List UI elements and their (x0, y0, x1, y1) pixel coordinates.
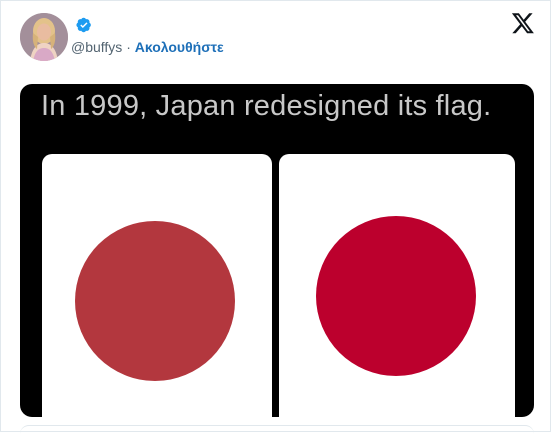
flag-divider (273, 154, 278, 417)
handle-line: @buffys · Ακολουθήστε (71, 39, 224, 57)
tweet-media-image[interactable]: In 1999, Japan redesigned its flag. (20, 84, 534, 417)
right-flag (279, 154, 515, 417)
next-section-edge (20, 425, 534, 434)
avatar[interactable] (20, 13, 68, 61)
tweet-header: @buffys · Ακολουθήστε (1, 1, 550, 81)
x-logo-icon[interactable] (511, 11, 535, 35)
media-caption: In 1999, Japan redesigned its flag. (41, 90, 492, 122)
left-flag-disc (75, 221, 235, 381)
left-flag (42, 154, 272, 417)
separator-dot: · (122, 39, 135, 55)
tweet-card: @buffys · Ακολουθήστε In 1999, Japan red… (0, 0, 551, 432)
user-handle[interactable]: @buffys (71, 39, 122, 55)
follow-button[interactable]: Ακολουθήστε (135, 39, 224, 55)
right-flag-disc (316, 216, 476, 376)
verified-badge-icon (76, 17, 91, 33)
